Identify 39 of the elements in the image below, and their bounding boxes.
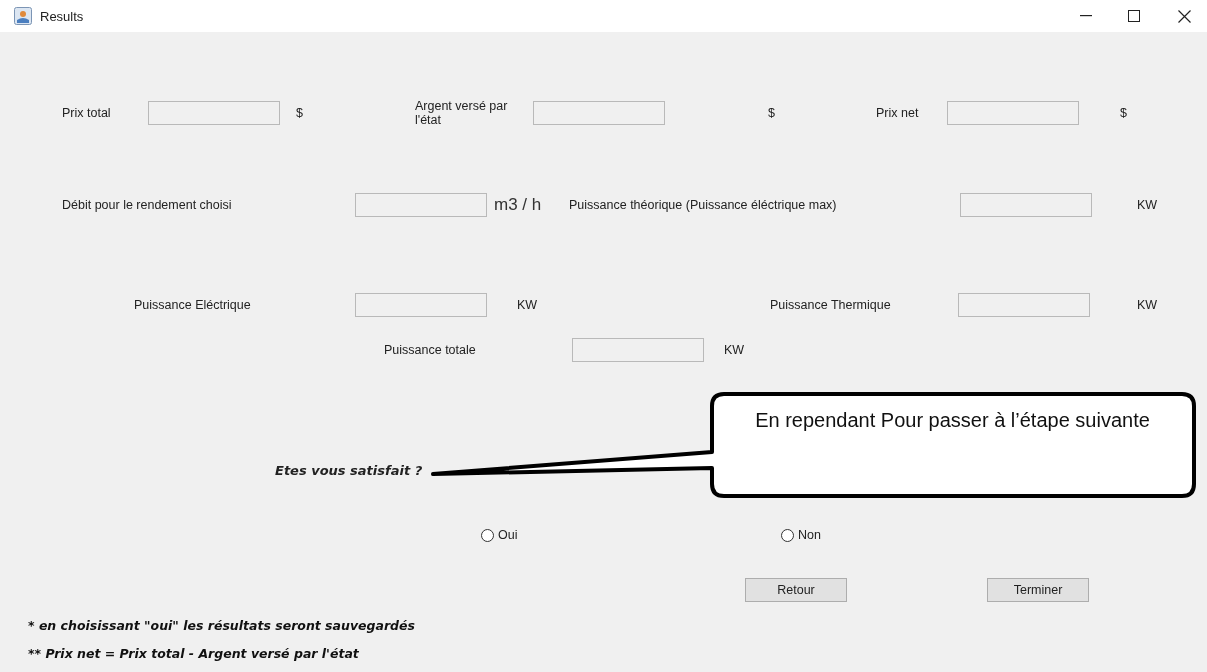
unit-label: KW bbox=[724, 343, 745, 357]
field-label: Puissance totale bbox=[384, 343, 476, 357]
field-label: Puissance théorique (Puissance éléctrique max) bbox=[569, 198, 837, 212]
input-field[interactable] bbox=[958, 293, 1090, 317]
field-label: Puissance Eléctrique bbox=[134, 298, 251, 312]
radio-option[interactable]: Oui bbox=[481, 528, 541, 542]
radio-circle[interactable] bbox=[781, 528, 794, 542]
callout-text: En rependant Pour passer à l’étape suivante bbox=[754, 408, 1151, 433]
unit-label: $ bbox=[296, 106, 303, 120]
maximize-icon[interactable] bbox=[1128, 10, 1140, 22]
action-button[interactable]: Retour bbox=[745, 578, 847, 602]
input-field[interactable] bbox=[947, 101, 1079, 125]
field-label: Prix net bbox=[876, 106, 919, 120]
footnote: * en choisissant "oui" les résultats seront sauvegardés bbox=[28, 617, 416, 635]
window-title: Results bbox=[40, 8, 84, 24]
close-icon[interactable] bbox=[1177, 9, 1191, 23]
action-button[interactable]: Terminer bbox=[987, 578, 1089, 602]
app-icon bbox=[14, 7, 32, 25]
unit-label: $ bbox=[768, 106, 775, 120]
radio-circle[interactable] bbox=[481, 528, 494, 542]
footnote: ** Prix net = Prix total - Argent versé par l'état bbox=[28, 645, 360, 663]
unit-label: KW bbox=[1137, 198, 1158, 212]
field-label: Argent versé par l'état bbox=[415, 99, 509, 127]
input-field[interactable] bbox=[355, 193, 487, 217]
field-label: Prix total bbox=[62, 106, 111, 120]
minimize-icon[interactable] bbox=[1080, 15, 1092, 17]
field-label: Puissance Thermique bbox=[770, 298, 891, 312]
field-label: Débit pour le rendement choisi bbox=[62, 198, 232, 212]
input-field[interactable] bbox=[533, 101, 665, 125]
question-text: Etes vous satisfait ? bbox=[275, 463, 424, 480]
input-field[interactable] bbox=[960, 193, 1092, 217]
radio-option[interactable]: Non bbox=[781, 528, 841, 542]
unit-label: KW bbox=[517, 298, 538, 312]
input-field[interactable] bbox=[572, 338, 704, 362]
input-field[interactable] bbox=[148, 101, 280, 125]
unit-label: $ bbox=[1120, 106, 1127, 120]
unit-label: m3 / h bbox=[494, 195, 542, 215]
unit-label: KW bbox=[1137, 298, 1158, 312]
input-field[interactable] bbox=[355, 293, 487, 317]
